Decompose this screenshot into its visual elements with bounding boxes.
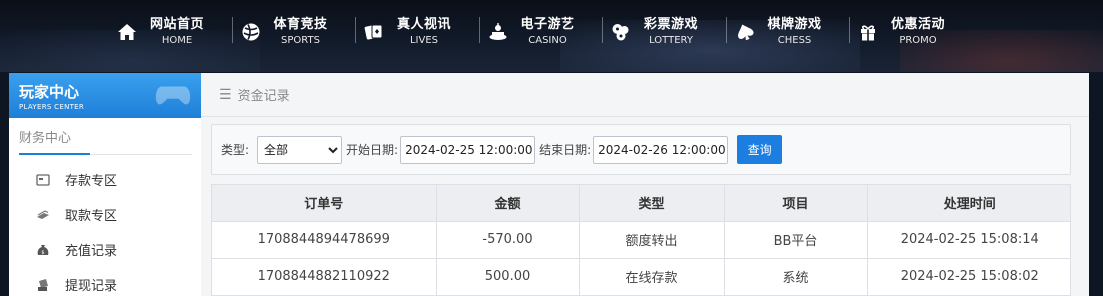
breadcrumb: ☰ 资金记录 — [201, 73, 1089, 117]
nav-sublabel: CHESS — [777, 34, 812, 46]
sidebar-item-recharge-records[interactable]: $ 充值记录 — [9, 232, 202, 267]
sidebar-item-withdraw[interactable]: 取款专区 — [9, 197, 202, 232]
cell-amount: 500.00 — [436, 258, 580, 296]
nav-sublabel: CASINO — [528, 34, 567, 46]
column-header-type[interactable]: 类型 — [579, 185, 725, 222]
nav-item-chess[interactable]: 棋牌游戏 CHESS — [725, 12, 854, 52]
lottery-balls-icon — [610, 21, 632, 43]
top-nav-bar: 网站首页 HOME 体育竞技 SPORTS 真人视讯 LIVES 电子游艺 CA… — [0, 0, 1103, 72]
sidebar-section-label: 财务中心 — [19, 131, 72, 146]
breadcrumb-label: 资金记录 — [237, 89, 290, 104]
end-date-input[interactable] — [593, 135, 729, 164]
money-bag-icon: $ — [35, 242, 51, 258]
nav-label: 棋牌游戏 — [767, 16, 822, 32]
ball-icon — [240, 21, 262, 43]
start-date-input[interactable] — [400, 135, 536, 164]
sidebar-item-label: 存款专区 — [65, 174, 118, 189]
nav-item-lottery[interactable]: 彩票游戏 LOTTERY — [602, 12, 730, 52]
nav-sublabel: SPORTS — [281, 34, 320, 46]
cell-type: 在线存款 — [579, 258, 725, 296]
nav-sublabel: PROMO — [899, 34, 937, 46]
cell-amount: -570.00 — [436, 221, 580, 259]
cell-item: BB平台 — [724, 221, 868, 259]
cell-type: 额度转出 — [579, 221, 725, 259]
search-button[interactable]: 查询 — [737, 135, 783, 164]
main-nav: 网站首页 HOME 体育竞技 SPORTS 真人视讯 LIVES 电子游艺 CA… — [112, 12, 977, 52]
gamepad-icon — [155, 86, 191, 105]
gift-icon — [857, 21, 879, 43]
nav-sublabel: LIVES — [409, 34, 439, 46]
menu-icon: ☰ — [219, 86, 232, 103]
spade-icon — [734, 21, 756, 43]
sidebar-item-label: 取款专区 — [65, 209, 118, 224]
records-table-wrapper: 订单号 金额 类型 项目 处理时间 1708844894478699 -570.… — [211, 184, 1071, 296]
deposit-icon — [35, 172, 51, 188]
table-row[interactable]: 1708844882110922 500.00 在线存款 系统 2024-02-… — [212, 258, 1070, 296]
end-date-label: 结束日期: — [539, 143, 592, 157]
nav-sublabel: LOTTERY — [649, 34, 693, 46]
sidebar-header: 玩家中心 PLAYERS CENTER — [9, 73, 202, 118]
nav-label: 彩票游戏 — [644, 16, 699, 32]
nav-item-lives[interactable]: 真人视讯 LIVES — [355, 12, 483, 52]
column-header-item[interactable]: 项目 — [724, 185, 868, 222]
nav-label: 电子游艺 — [520, 16, 575, 32]
sidebar: 玩家中心 PLAYERS CENTER 财务中心 存款专区 取款专区 $ 充值记… — [9, 73, 202, 296]
cell-order-no: 1708844894478699 — [212, 221, 437, 259]
sidebar-section-finance[interactable]: 财务中心 — [19, 118, 192, 155]
records-table: 订单号 金额 类型 项目 处理时间 1708844894478699 -570.… — [212, 185, 1070, 296]
nav-label: 体育竞技 — [273, 16, 328, 32]
sidebar-item-label: 充值记录 — [65, 244, 118, 259]
cell-item: 系统 — [724, 258, 868, 296]
nav-label: 优惠活动 — [891, 16, 946, 32]
nav-item-casino[interactable]: 电子游艺 CASINO — [478, 12, 607, 52]
cards-icon — [363, 21, 385, 43]
nav-sublabel: HOME — [161, 34, 193, 46]
column-header-amount[interactable]: 金额 — [436, 185, 580, 222]
nav-item-sports[interactable]: 体育竞技 SPORTS — [231, 12, 360, 52]
withdraw-icon — [35, 207, 51, 223]
type-label: 类型: — [221, 143, 250, 157]
filter-bar: 类型: 全部 开始日期: 结束日期: 查询 — [211, 124, 1071, 175]
column-header-time[interactable]: 处理时间 — [867, 185, 1070, 222]
table-row[interactable]: 1708844894478699 -570.00 额度转出 BB平台 2024-… — [212, 221, 1070, 259]
withdraw-record-icon — [35, 277, 51, 293]
start-date-label: 开始日期: — [346, 143, 399, 157]
nav-label: 网站首页 — [150, 16, 205, 32]
table-header-row: 订单号 金额 类型 项目 处理时间 — [212, 185, 1070, 222]
nav-item-home[interactable]: 网站首页 HOME — [112, 12, 236, 52]
svg-text:$: $ — [41, 250, 44, 256]
home-icon — [116, 21, 138, 43]
cell-time: 2024-02-25 15:08:14 — [867, 221, 1070, 259]
nav-item-promo[interactable]: 优惠活动 PROMO — [849, 12, 977, 52]
type-select[interactable]: 全部 — [257, 135, 343, 164]
cell-order-no: 1708844882110922 — [212, 258, 437, 296]
column-header-order-no[interactable]: 订单号 — [212, 185, 437, 222]
cell-time: 2024-02-25 15:08:02 — [867, 258, 1070, 296]
main-content: ☰ 资金记录 类型: 全部 开始日期: 结束日期: 查询 订单号 金额 类型 项… — [201, 73, 1089, 296]
sidebar-item-withdraw-records[interactable]: 提现记录 — [9, 267, 202, 296]
sidebar-item-label: 提现记录 — [65, 279, 118, 294]
slot-icon — [487, 21, 509, 43]
sidebar-item-deposit[interactable]: 存款专区 — [9, 162, 202, 197]
nav-label: 真人视讯 — [397, 16, 452, 32]
